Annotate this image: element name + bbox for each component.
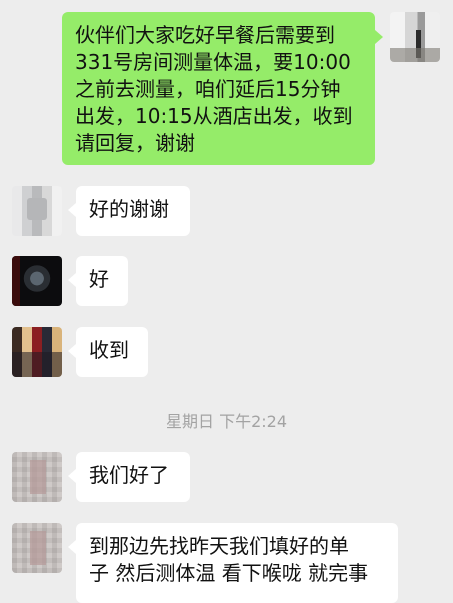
bubble-tail bbox=[68, 469, 76, 483]
bubble-tail bbox=[68, 540, 76, 554]
message-line: 331号房间测量体温，要10:00 bbox=[75, 50, 351, 74]
avatar-pixel-detail bbox=[27, 198, 47, 220]
message-line: 出发，10:15从酒店出发，收到 bbox=[75, 104, 353, 128]
message-bubble-outgoing[interactable]: 伙伴们大家吃好早餐后需要到 331号房间测量体温，要10:00 之前去测量，咱们… bbox=[62, 12, 375, 165]
avatar-pixel-detail bbox=[30, 460, 46, 494]
avatar-pixel-detail bbox=[30, 531, 46, 565]
message-bubble-incoming[interactable]: 好的谢谢 bbox=[76, 186, 190, 236]
avatar-self[interactable] bbox=[390, 12, 440, 62]
message-bubble-incoming[interactable]: 好 bbox=[76, 256, 128, 306]
avatar-contact[interactable] bbox=[12, 256, 62, 306]
message-line: 好的谢谢 bbox=[89, 197, 169, 221]
message-line: 收到 bbox=[89, 338, 129, 362]
timestamp: 星期日 下午2:24 bbox=[165, 412, 288, 431]
message-line: 到那边先找昨天我们填好的单 bbox=[89, 534, 349, 558]
avatar-pixel-detail bbox=[12, 352, 62, 377]
avatar-pixel-detail bbox=[390, 48, 440, 62]
message-line: 之前去测量，咱们延后15分钟 bbox=[75, 77, 341, 101]
message-bubble-incoming[interactable]: 我们好了 bbox=[76, 452, 190, 502]
avatar-contact[interactable] bbox=[12, 452, 62, 502]
message-line: 我们好了 bbox=[89, 463, 169, 487]
message-line: 好 bbox=[89, 267, 109, 291]
bubble-tail bbox=[68, 344, 76, 358]
message-line: 子 然后测体温 看下喉咙 就完事 bbox=[89, 561, 369, 585]
avatar-pixel-detail bbox=[12, 256, 20, 306]
bubble-tail bbox=[68, 273, 76, 287]
message-bubble-incoming[interactable]: 收到 bbox=[76, 327, 148, 377]
message-line: 请回复，谢谢 bbox=[75, 131, 195, 155]
message-bubble-incoming[interactable]: 到那边先找昨天我们填好的单 子 然后测体温 看下喉咙 就完事 bbox=[76, 523, 398, 603]
message-line: 伙伴们大家吃好早餐后需要到 bbox=[75, 23, 335, 47]
avatar-contact[interactable] bbox=[12, 523, 62, 573]
bubble-tail bbox=[375, 30, 383, 44]
avatar-contact[interactable] bbox=[12, 186, 62, 236]
bubble-tail bbox=[68, 203, 76, 217]
avatar-contact[interactable] bbox=[12, 327, 62, 377]
